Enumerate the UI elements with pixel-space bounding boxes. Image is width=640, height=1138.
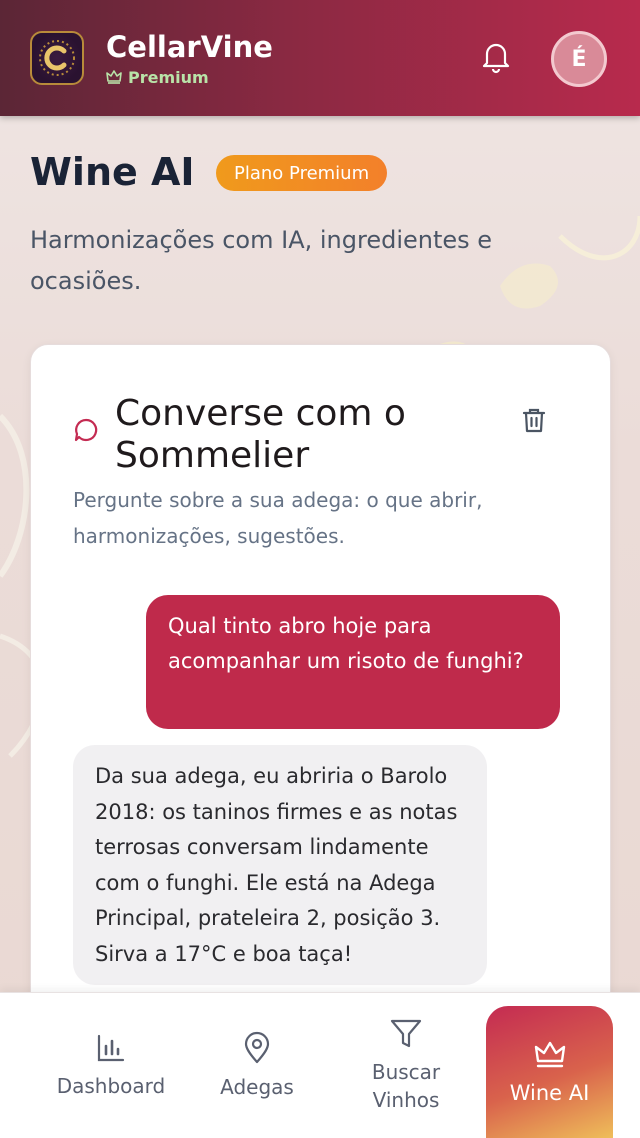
nav-label-dashboard: Dashboard	[56, 1074, 166, 1098]
premium-label: Premium	[128, 67, 209, 87]
app-logo[interactable]	[30, 31, 84, 85]
logo-c-icon	[39, 40, 75, 76]
notifications-bell-icon[interactable]	[478, 38, 514, 74]
sommelier-chat-card: Converse com o Sommelier Pergunte sobre …	[30, 344, 611, 1044]
brand-block: CellarVine Premium	[106, 30, 273, 87]
page-title: Wine AI	[30, 150, 195, 194]
app-header: CellarVine Premium É	[0, 0, 640, 116]
nav-item-adegas[interactable]: Adegas	[212, 993, 302, 1138]
nav-label-buscar-vinhos: Buscar Vinhos	[371, 1060, 441, 1112]
bottom-navigation: Dashboard Adegas Buscar Vinhos Wine AI	[0, 992, 640, 1138]
app-name: CellarVine	[106, 29, 273, 64]
user-avatar[interactable]: É	[551, 31, 607, 87]
clear-chat-trash-icon[interactable]	[519, 405, 549, 435]
assistant-message: Da sua adega, eu abriria o Barolo 2018: …	[73, 745, 487, 985]
nav-item-buscar-vinhos[interactable]: Buscar Vinhos	[360, 993, 452, 1138]
plan-badge: Plano Premium	[216, 155, 388, 191]
crown-icon	[534, 1041, 565, 1067]
nav-item-wine-ai[interactable]: Wine AI	[486, 1006, 613, 1138]
chat-title: Converse com o Sommelier	[115, 393, 406, 476]
nav-item-dashboard[interactable]: Dashboard	[50, 993, 172, 1138]
chat-bubble-icon	[74, 418, 98, 442]
page-subtitle: Harmonizações com IA, ingredientes e oca…	[30, 226, 493, 295]
filter-icon	[390, 1019, 422, 1048]
nav-label-adegas: Adegas	[220, 1075, 294, 1099]
nav-label-wine-ai: Wine AI	[509, 1080, 590, 1105]
crown-icon	[106, 70, 122, 84]
map-pin-icon	[244, 1031, 270, 1064]
bar-chart-icon	[97, 1034, 125, 1062]
chat-subtitle: Pergunte sobre a sua adega: o que abrir,…	[73, 488, 483, 548]
premium-indicator: Premium	[106, 68, 273, 87]
user-message: Qual tinto abro hoje para acompanhar um …	[146, 595, 560, 729]
